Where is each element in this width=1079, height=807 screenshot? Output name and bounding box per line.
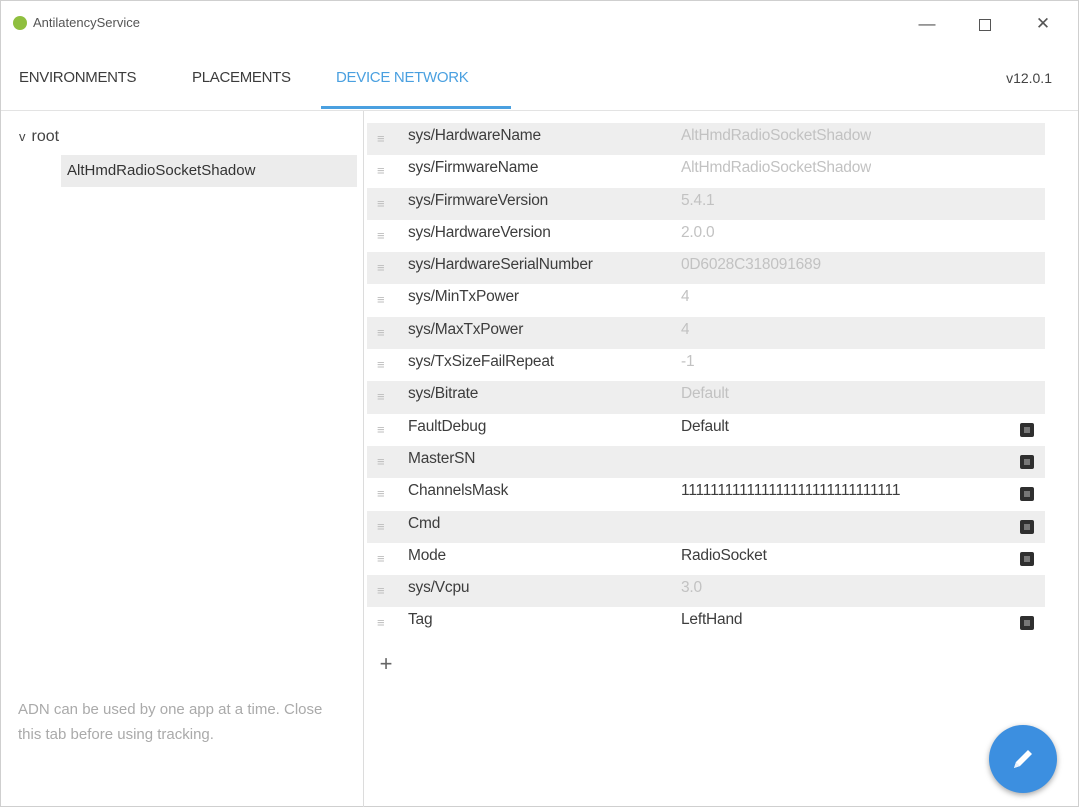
app-window: AntilatencyService — ✕ ENVIRONMENTS PLAC… (0, 0, 1079, 807)
tree-root-label: root (31, 128, 60, 145)
title-bar: AntilatencyService — ✕ (1, 1, 1078, 47)
drag-handle-icon[interactable]: ≡ (377, 616, 390, 630)
maximize-button[interactable] (965, 9, 1005, 39)
property-row: ≡ sys/HardwareName AltHmdRadioSocketShadow (367, 123, 1045, 156)
drag-handle-icon[interactable]: ≡ (377, 164, 390, 178)
property-value: 4 (681, 288, 690, 306)
device-tree-panel: v root AltHmdRadioSocketShadow ADN can be… (1, 111, 364, 807)
property-row: ≡ sys/Vcpu 3.0 (367, 575, 1045, 608)
adn-usage-note: ADN can be used by one app at a time. Cl… (18, 701, 323, 743)
maximize-icon (979, 18, 991, 31)
property-key: sys/Bitrate (408, 385, 479, 403)
delete-icon[interactable] (1020, 551, 1034, 566)
property-row: ≡ sys/FirmwareVersion 5.4.1 (367, 187, 1045, 220)
property-list: ≡ sys/HardwareName AltHmdRadioSocketShadow… (367, 123, 1045, 640)
property-row: ≡ Cmd (367, 510, 1045, 543)
drag-handle-icon[interactable]: ≡ (377, 519, 390, 534)
tree-root-node[interactable]: v root (19, 128, 59, 146)
drag-handle-icon[interactable]: ≡ (377, 358, 390, 372)
property-row: ≡ sys/FirmwareName AltHmdRadioSocketShadow (367, 155, 1045, 187)
property-key: Tag (408, 611, 433, 629)
drag-handle-icon[interactable]: ≡ (377, 584, 390, 598)
property-value: 5.4.1 (681, 191, 715, 209)
property-key: Mode (408, 546, 446, 564)
property-row: ≡ sys/HardwareVersion 2.0.0 (367, 220, 1045, 252)
delete-icon[interactable] (1020, 454, 1034, 469)
drag-handle-icon[interactable]: ≡ (377, 293, 390, 307)
drag-handle-icon[interactable]: ≡ (377, 551, 390, 566)
drag-handle-icon[interactable]: ≡ (377, 132, 390, 146)
drag-handle-icon[interactable]: ≡ (377, 228, 390, 243)
property-value: Default (681, 385, 729, 403)
drag-handle-icon[interactable]: ≡ (377, 390, 390, 404)
property-row: ≡ sys/MaxTxPower 4 (367, 316, 1045, 350)
active-tab-indicator (321, 106, 511, 109)
property-key: sys/Vcpu (408, 579, 470, 597)
property-key: sys/HardwareSerialNumber (408, 256, 593, 274)
version-label: v12.0.1 (1006, 70, 1052, 86)
tab-bar: ENVIRONMENTS PLACEMENTS DEVICE NETWORK v… (1, 57, 1078, 111)
plus-icon: + (379, 651, 393, 676)
property-key: MasterSN (408, 449, 476, 467)
app-logo-icon (13, 16, 27, 30)
property-row: ≡ FaultDebug Default (367, 414, 1045, 446)
add-property-button[interactable]: + (375, 653, 397, 675)
property-value: 3.0 (681, 579, 702, 597)
delete-icon[interactable] (1020, 487, 1034, 502)
property-value: 0D6028C318091689 (681, 256, 821, 274)
tab-device-network[interactable]: DEVICE NETWORK (336, 69, 469, 86)
property-row: ≡ Mode RadioSocket (367, 543, 1045, 575)
tab-environments[interactable]: ENVIRONMENTS (19, 69, 137, 86)
property-key: Cmd (408, 514, 441, 532)
property-row: ≡ ChannelsMask 111111111111111111111111111… (367, 478, 1045, 510)
property-key: sys/HardwareVersion (408, 223, 551, 241)
property-key: ChannelsMask (408, 482, 509, 500)
property-key: sys/TxSizeFailRepeat (408, 353, 554, 371)
property-row: ≡ sys/Bitrate Default (367, 381, 1045, 414)
property-value: AltHmdRadioSocketShadow (681, 127, 872, 144)
property-key: sys/HardwareName (408, 127, 541, 144)
drag-handle-icon[interactable]: ≡ (377, 422, 390, 437)
drag-handle-icon[interactable]: ≡ (377, 196, 390, 211)
property-key: sys/MaxTxPower (408, 320, 524, 338)
drag-handle-icon[interactable]: ≡ (377, 487, 390, 501)
property-key: sys/FirmwareVersion (408, 191, 549, 209)
delete-icon[interactable] (1020, 519, 1034, 534)
property-row: ≡ sys/MinTxPower 4 (367, 284, 1045, 316)
property-value[interactable]: LeftHand (681, 611, 742, 629)
property-key: sys/MinTxPower (408, 288, 519, 306)
window-title: AntilatencyService (33, 15, 140, 30)
property-key: sys/FirmwareName (408, 159, 539, 177)
property-row: ≡ Tag LeftHand (367, 607, 1045, 639)
property-key: FaultDebug (408, 417, 487, 435)
property-value[interactable]: RadioSocket (681, 547, 767, 565)
minimize-button[interactable]: — (907, 9, 947, 39)
edit-fab-button[interactable] (989, 725, 1057, 793)
delete-icon[interactable] (1020, 616, 1034, 631)
drag-handle-icon[interactable]: ≡ (377, 325, 390, 340)
close-button[interactable]: ✕ (1023, 9, 1063, 39)
delete-icon[interactable] (1020, 422, 1034, 437)
property-value: 2.0.0 (681, 223, 715, 241)
pencil-icon (1014, 750, 1032, 768)
property-value: AltHmdRadioSocketShadow (681, 159, 872, 177)
drag-handle-icon[interactable]: ≡ (377, 261, 390, 275)
property-value: -1 (681, 353, 695, 371)
property-row: ≡ MasterSN (367, 445, 1045, 479)
tree-node-device[interactable]: AltHmdRadioSocketShadow (61, 155, 357, 187)
property-row: ≡ sys/HardwareSerialNumber 0D6028C31809168… (367, 252, 1045, 285)
drag-handle-icon[interactable]: ≡ (377, 454, 390, 469)
property-row: ≡ sys/TxSizeFailRepeat -1 (367, 349, 1045, 381)
property-value: 4 (681, 320, 690, 338)
property-value[interactable]: 111111111111111111111111111111 (681, 482, 900, 500)
property-value[interactable]: Default (681, 418, 729, 436)
tab-placements[interactable]: PLACEMENTS (192, 69, 291, 86)
chevron-down-icon: v (19, 129, 26, 144)
